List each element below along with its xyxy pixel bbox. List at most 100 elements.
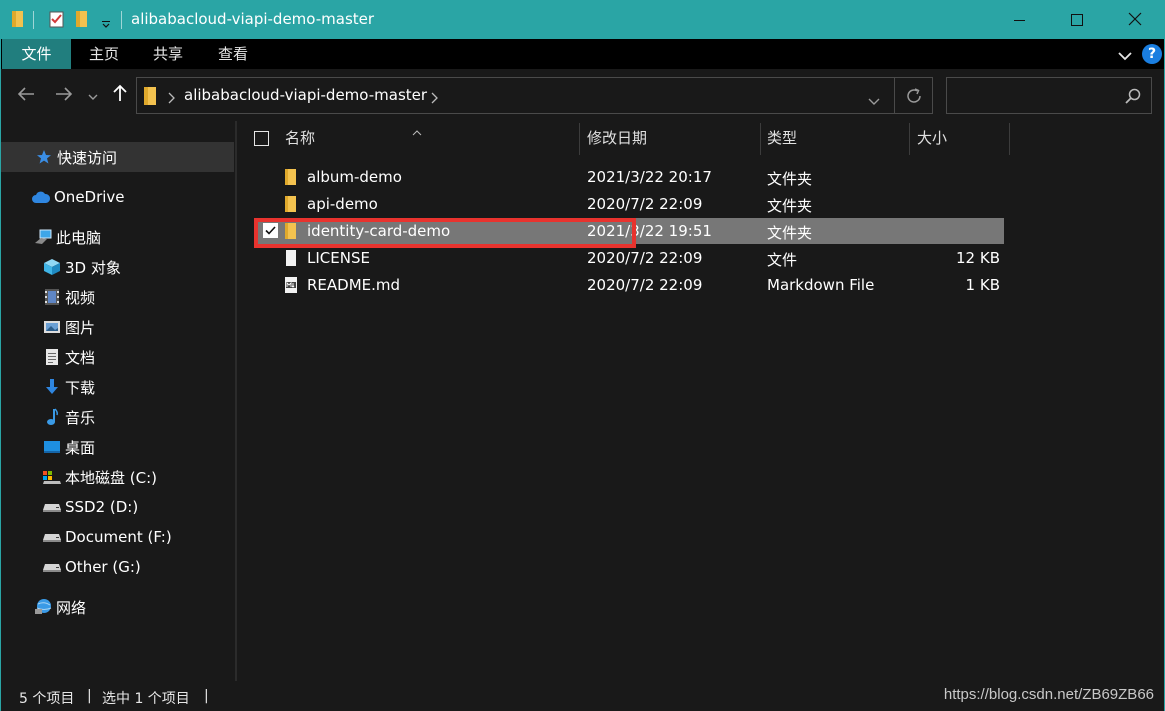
picture-icon <box>42 317 62 337</box>
file-name: album-demo <box>307 168 402 186</box>
address-history-button[interactable] <box>868 91 880 110</box>
search-icon <box>1125 88 1141 108</box>
properties-button[interactable] <box>49 10 65 32</box>
drive-icon <box>42 497 62 517</box>
expand-ribbon-button[interactable] <box>1118 47 1132 66</box>
column-header-name[interactable]: 名称 <box>285 121 315 155</box>
back-button[interactable] <box>14 83 38 107</box>
up-button[interactable] <box>108 83 132 107</box>
sidebar-item-music[interactable]: 音乐 <box>1 402 234 432</box>
sidebar-item-drive-f[interactable]: Document (F:) <box>1 522 234 552</box>
sidebar-item-network[interactable]: 网络 <box>1 592 234 622</box>
sidebar-item-drive-d[interactable]: SSD2 (D:) <box>1 492 234 522</box>
file-icon <box>285 249 297 271</box>
sidebar-item-documents[interactable]: 文档 <box>1 342 234 372</box>
toolbar-separator <box>33 11 34 29</box>
help-button[interactable]: ? <box>1142 44 1162 64</box>
tab-share[interactable]: 共享 <box>142 39 194 69</box>
file-name: api-demo <box>307 195 378 213</box>
file-type: Markdown File <box>767 276 875 294</box>
column-header-modified[interactable]: 修改日期 <box>587 121 647 155</box>
forward-button[interactable] <box>52 83 76 107</box>
close-button[interactable] <box>1106 1 1164 39</box>
sidebar-item-label: Document (F:) <box>65 528 172 546</box>
file-modified: 2020/7/2 22:09 <box>587 249 703 267</box>
file-list: 名称 修改日期 类型 大小 album-demo 2021/3/22 20:17… <box>238 121 1164 681</box>
properties-icon <box>49 10 65 32</box>
column-divider[interactable] <box>909 123 910 155</box>
folder-icon <box>284 168 298 190</box>
recent-locations-button[interactable] <box>83 83 103 107</box>
chevron-down-icon <box>88 86 98 105</box>
file-name: LICENSE <box>307 249 370 267</box>
system-drive-icon <box>42 467 62 487</box>
sidebar-item-desktop[interactable]: 桌面 <box>1 432 234 462</box>
column-header-type[interactable]: 类型 <box>767 121 797 155</box>
sidebar-item-3d-objects[interactable]: 3D 对象 <box>1 252 234 282</box>
sidebar-item-label: 下载 <box>65 378 96 397</box>
column-divider[interactable] <box>579 123 580 155</box>
chevron-down-icon <box>101 15 111 34</box>
new-folder-icon <box>75 10 91 32</box>
sidebar-item-quick-access[interactable]: 快速访问 <box>1 142 234 172</box>
sidebar-item-label: 此电脑 <box>56 228 102 247</box>
refresh-icon[interactable] <box>905 87 923 109</box>
arrow-left-icon <box>17 86 35 105</box>
minimize-button[interactable] <box>990 1 1048 39</box>
music-icon <box>42 407 62 427</box>
file-modified: 2021/3/22 20:17 <box>587 168 712 186</box>
sidebar-item-label: OneDrive <box>54 188 125 206</box>
status-item-count: 5 个项目 <box>19 691 75 707</box>
sidebar-item-label: SSD2 (D:) <box>65 498 139 516</box>
document-icon <box>42 347 62 367</box>
sidebar-item-drive-c[interactable]: 本地磁盘 (C:) <box>1 462 234 492</box>
customize-toolbar-button[interactable] <box>101 15 111 34</box>
watermark-text: https://blog.csdn.net/ZB69ZB66 <box>943 686 1154 703</box>
sort-indicator-icon <box>412 121 422 140</box>
status-bar: 5 个项目 | 选中 1 个项目 | https://blog.csdn.net… <box>1 682 1164 711</box>
select-all-checkbox[interactable] <box>254 131 269 146</box>
list-item[interactable]: LICENSE 2020/7/2 22:09 文件 12 KB <box>254 245 1004 271</box>
pane-divider[interactable] <box>235 121 237 681</box>
toolbar-separator <box>121 11 122 29</box>
sidebar-item-downloads[interactable]: 下载 <box>1 372 234 402</box>
tab-file[interactable]: 文件 <box>2 39 71 69</box>
column-divider[interactable] <box>1009 123 1010 155</box>
folder-icon <box>284 195 298 217</box>
file-type: 文件夹 <box>767 197 813 215</box>
title-bar[interactable]: alibabacloud-viapi-demo-master <box>1 1 1164 39</box>
sidebar-item-this-pc[interactable]: 此电脑 <box>1 222 234 252</box>
search-input[interactable] <box>946 77 1152 114</box>
new-folder-button[interactable] <box>75 10 91 32</box>
sidebar-item-drive-g[interactable]: Other (G:) <box>1 552 234 582</box>
list-item[interactable]: album-demo 2021/3/22 20:17 文件夹 <box>254 164 1004 190</box>
star-icon <box>34 147 54 167</box>
status-separator: | <box>87 688 92 704</box>
video-icon <box>42 287 62 307</box>
address-bar[interactable]: alibabacloud-viapi-demo-master <box>136 77 933 114</box>
maximize-button[interactable] <box>1048 1 1106 39</box>
sidebar-item-pictures[interactable]: 图片 <box>1 312 234 342</box>
cube-icon <box>42 257 62 277</box>
folder-icon <box>143 86 159 110</box>
breadcrumb-current-folder[interactable]: alibabacloud-viapi-demo-master <box>184 86 427 104</box>
list-item[interactable]: api-demo 2020/7/2 22:09 文件夹 <box>254 191 1004 217</box>
sidebar-item-videos[interactable]: 视频 <box>1 282 234 312</box>
column-divider[interactable] <box>760 123 761 155</box>
markdown-file-icon <box>284 276 298 298</box>
arrow-up-icon <box>113 84 127 106</box>
status-separator: | <box>204 688 209 704</box>
sidebar-item-onedrive[interactable]: OneDrive <box>1 182 234 212</box>
tab-home[interactable]: 主页 <box>78 39 130 69</box>
tab-view[interactable]: 查看 <box>207 39 259 69</box>
network-icon <box>33 597 53 617</box>
file-modified: 2020/7/2 22:09 <box>587 195 703 213</box>
file-size: 1 KB <box>965 276 1000 294</box>
breadcrumb-chevron-icon[interactable] <box>167 89 175 108</box>
column-header-size[interactable]: 大小 <box>917 121 947 155</box>
arrow-right-icon <box>55 86 73 105</box>
breadcrumb-chevron-icon[interactable] <box>430 89 438 108</box>
file-size: 12 KB <box>956 249 1000 267</box>
sidebar-item-label: 文档 <box>65 348 96 367</box>
list-item[interactable]: README.md 2020/7/2 22:09 Markdown File 1… <box>254 272 1004 298</box>
